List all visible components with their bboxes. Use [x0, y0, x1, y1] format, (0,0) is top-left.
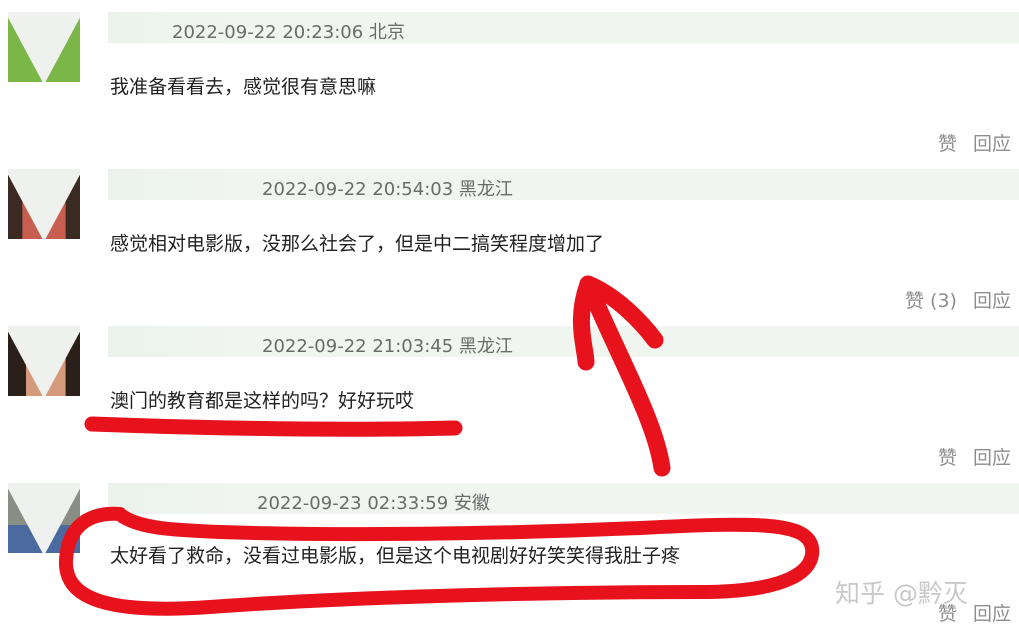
reply-button[interactable]: 回应 — [973, 603, 1011, 625]
avatar[interactable] — [8, 326, 80, 396]
username-blurred — [108, 483, 238, 514]
comment-text: 感觉相对电影版，没那么社会了，但是中二搞笑程度增加了 — [110, 233, 605, 255]
username-blurred — [108, 169, 238, 200]
comment-meta: 2022-09-23 02:33:59 安徽 — [257, 493, 490, 514]
comment-meta: 2022-09-22 20:23:06 北京 — [172, 22, 405, 43]
username-blurred — [108, 326, 238, 357]
like-button[interactable]: 赞 — [938, 447, 957, 469]
comment-header: 2022-09-22 20:54:03 黑龙江 — [108, 169, 1019, 200]
reply-button[interactable]: 回应 — [973, 290, 1011, 312]
like-button[interactable]: 赞 (3) — [905, 290, 957, 312]
comment-text: 澳门的教育都是这样的吗？好好玩哎 — [110, 390, 415, 412]
comment-actions: 赞 (3) 回应 — [889, 286, 1011, 313]
comment-header: 2022-09-22 20:23:06 北京 — [108, 12, 1019, 43]
comment-item: 2022-09-22 20:23:06 北京 我准备看看去，感觉很有意思嘛 赞回… — [0, 0, 1019, 157]
comment-header: 2022-09-22 21:03:45 黑龙江 — [108, 326, 1019, 357]
comment-item: 2022-09-22 21:03:45 黑龙江 澳门的教育都是这样的吗？好好玩哎… — [0, 314, 1019, 471]
comment-text: 太好看了救命，没看过电影版，但是这个电视剧好好笑笑得我肚子疼 — [110, 545, 681, 567]
avatar[interactable] — [8, 169, 80, 239]
watermark: 知乎 @黔灭 — [835, 579, 968, 608]
comment-meta: 2022-09-22 21:03:45 黑龙江 — [262, 336, 513, 357]
comment-text: 我准备看看去，感觉很有意思嘛 — [110, 76, 377, 98]
avatar[interactable] — [8, 483, 80, 553]
reply-button[interactable]: 回应 — [973, 447, 1011, 469]
like-button[interactable]: 赞 — [938, 133, 957, 155]
comment-actions: 赞回应 — [922, 129, 1011, 156]
avatar[interactable] — [8, 12, 80, 82]
comment-header: 2022-09-23 02:33:59 安徽 — [108, 483, 1019, 514]
comment-item: 2022-09-22 20:54:03 黑龙江 感觉相对电影版，没那么社会了，但… — [0, 157, 1019, 314]
reply-button[interactable]: 回应 — [973, 133, 1011, 155]
comment-meta: 2022-09-22 20:54:03 黑龙江 — [262, 179, 513, 200]
comment-actions: 赞回应 — [922, 443, 1011, 470]
